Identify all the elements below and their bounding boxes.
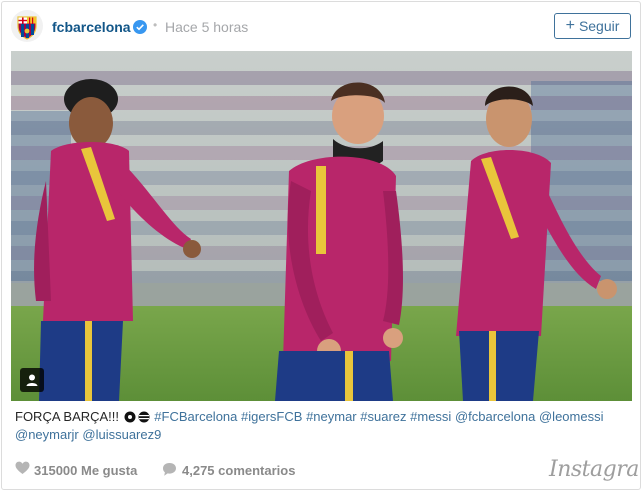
mention-link[interactable]: @neymarjr xyxy=(15,427,79,442)
follow-label: Seguir xyxy=(578,18,620,34)
username-link[interactable]: fcbarcelona xyxy=(52,19,131,35)
hashtag-link[interactable]: #FCBarcelona xyxy=(154,409,237,424)
post-timestamp[interactable]: Hace 5 horas xyxy=(165,19,248,35)
soccer-ball-emoji xyxy=(124,411,136,423)
post-header: fcbarcelona • Hace 5 horas + Seguir xyxy=(2,2,640,50)
user-icon xyxy=(26,374,38,386)
time-separator: • xyxy=(153,18,158,32)
plus-icon: + xyxy=(565,17,575,34)
mention-link[interactable]: @leomessi xyxy=(539,409,604,424)
post-card: fcbarcelona • Hace 5 horas + Seguir FORÇ… xyxy=(1,1,641,490)
soccer-ball-emoji xyxy=(138,411,150,423)
comment-bubble-icon[interactable] xyxy=(162,462,177,477)
mention-link[interactable]: @luissuarez9 xyxy=(82,427,161,442)
follow-button[interactable]: + Seguir xyxy=(554,13,631,39)
post-photo[interactable] xyxy=(11,51,632,401)
hashtag-link[interactable]: #igersFCB xyxy=(241,409,302,424)
mention-link[interactable]: @fcbarcelona xyxy=(455,409,535,424)
likes-count[interactable]: 315000 Me gusta xyxy=(34,463,137,478)
hashtag-link[interactable]: #neymar xyxy=(306,409,357,424)
heart-icon[interactable] xyxy=(15,461,30,475)
tagged-users-button[interactable] xyxy=(20,368,44,392)
caption-text: FORÇA BARÇA!!! xyxy=(15,409,120,424)
instagram-logo[interactable]: Instagram xyxy=(549,457,640,482)
comments-count[interactable]: 4,275 comentarios xyxy=(182,463,295,478)
post-footer: 315000 Me gusta 4,275 comentarios Instag… xyxy=(2,453,640,489)
training-photo xyxy=(11,51,632,401)
hashtag-link[interactable]: #suarez xyxy=(360,409,406,424)
hashtag-link[interactable]: #messi xyxy=(410,409,451,424)
avatar[interactable] xyxy=(11,10,43,42)
verified-badge-icon xyxy=(133,20,147,34)
post-caption: FORÇA BARÇA!!! #FCBarcelona #igersFCB #n… xyxy=(15,408,627,444)
